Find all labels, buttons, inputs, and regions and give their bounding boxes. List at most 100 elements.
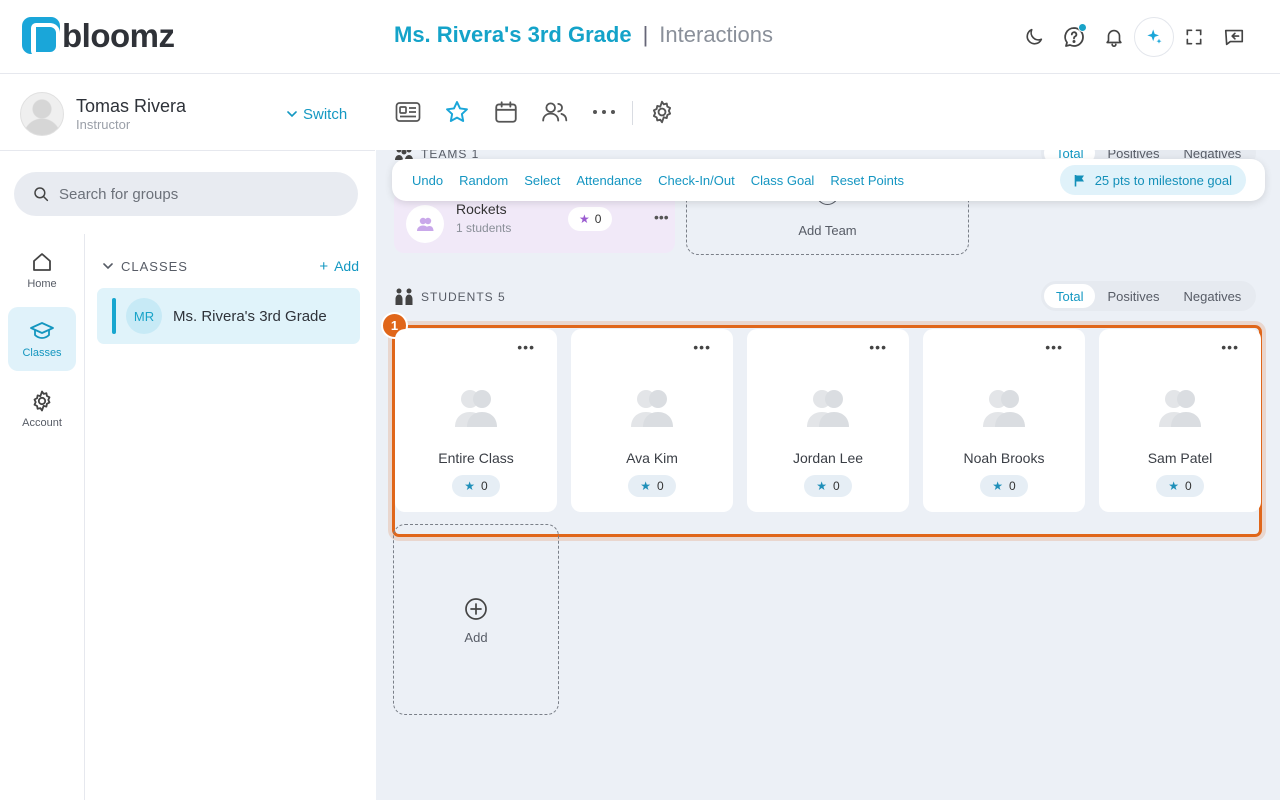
team-name: Rockets [456, 201, 507, 217]
add-student-button[interactable]: Add [393, 524, 559, 715]
nav-classes[interactable]: Classes [8, 307, 76, 371]
star-icon: ★ [1168, 479, 1180, 493]
add-team-button[interactable]: Add Team [686, 192, 969, 255]
ai-assistant-button[interactable] [1134, 17, 1174, 57]
class-list-item[interactable]: MR Ms. Rivera's 3rd Grade [97, 288, 360, 344]
students-filter-negatives[interactable]: Negatives [1172, 284, 1254, 308]
switch-button[interactable]: Switch [287, 106, 347, 123]
student-points: ★ 0 [1156, 475, 1204, 497]
switch-label: Switch [303, 106, 348, 123]
nav-account-label: Account [22, 417, 62, 429]
profile-role: Instructor [76, 117, 131, 132]
sparkle-icon [1147, 29, 1162, 44]
students-filter-total[interactable]: Total [1044, 284, 1096, 308]
home-icon [33, 253, 51, 271]
help-button[interactable] [1054, 18, 1094, 56]
student-avatar-icon [983, 390, 1025, 427]
student-more-button[interactable]: ••• [693, 339, 711, 355]
calendar-view-button[interactable] [492, 98, 520, 126]
dark-mode-button[interactable] [1014, 18, 1054, 56]
action-bar: Undo Random Select Attendance Check-In/O… [392, 159, 1265, 201]
toolbar-divider [632, 101, 633, 125]
search-icon [34, 187, 49, 202]
add-student-label: Add [464, 630, 488, 645]
calendar-icon [495, 101, 517, 123]
student-more-button[interactable]: ••• [517, 339, 535, 355]
attendance-button[interactable]: Attendance [576, 173, 642, 188]
avatar[interactable] [20, 92, 64, 136]
student-points-value: 0 [1009, 479, 1016, 493]
student-points-value: 0 [1185, 479, 1192, 493]
students-icon [395, 288, 413, 305]
student-card[interactable]: ••• Entire Class ★ 0 [395, 329, 557, 512]
roster-view-button[interactable] [394, 98, 422, 126]
add-class-button[interactable]: + Add [319, 258, 359, 275]
student-avatar-icon [1159, 390, 1201, 427]
milestone-goal-badge[interactable]: 25 pts to milestone goal [1059, 165, 1246, 195]
nav-home[interactable]: Home [8, 238, 76, 302]
student-name: Noah Brooks [963, 450, 1045, 466]
notifications-button[interactable] [1094, 18, 1134, 56]
bloomz-logo[interactable]: bloomz [22, 17, 175, 56]
students-label-text: STUDENTS 5 [421, 290, 506, 304]
members-view-button[interactable] [541, 98, 569, 126]
logo-mark-icon [22, 17, 60, 56]
breadcrumb: Ms. Rivera's 3rd Grade | Interactions [394, 22, 773, 48]
check-in-out-button[interactable]: Check-In/Out [658, 173, 735, 188]
fullscreen-button[interactable] [1174, 18, 1214, 56]
plus-icon: + [319, 258, 329, 275]
star-icon: ★ [640, 479, 652, 493]
classes-title: CLASSES [121, 259, 188, 274]
interactions-view-button[interactable] [443, 98, 471, 126]
more-horizontal-icon [593, 110, 615, 114]
students-filter: Total Positives Negatives [1041, 281, 1257, 311]
undo-button[interactable]: Undo [412, 173, 443, 188]
student-card[interactable]: ••• Noah Brooks ★ 0 [923, 329, 1085, 512]
breadcrumb-page: Interactions [659, 22, 774, 47]
breadcrumb-separator: | [642, 22, 649, 47]
student-more-button[interactable]: ••• [1045, 339, 1063, 355]
collapse-panel-button[interactable] [1214, 18, 1254, 56]
student-name: Sam Patel [1147, 450, 1213, 466]
bell-icon [1106, 29, 1122, 47]
students-filter-positives[interactable]: Positives [1095, 284, 1171, 308]
add-class-label: Add [334, 258, 359, 274]
chevron-down-icon[interactable] [103, 263, 113, 270]
search-input[interactable]: Search for groups [14, 172, 358, 216]
more-views-button[interactable] [590, 98, 618, 126]
class-goal-button[interactable]: Class Goal [751, 173, 815, 188]
flag-icon [1074, 174, 1084, 186]
student-more-button[interactable]: ••• [869, 339, 887, 355]
student-card[interactable]: ••• Sam Patel ★ 0 [1099, 329, 1261, 512]
logo-text: bloomz [62, 17, 175, 54]
add-circle-icon [465, 598, 487, 620]
reset-points-button[interactable]: Reset Points [830, 173, 904, 188]
top-bar: bloomz Ms. Rivera's 3rd Grade | Interact… [0, 0, 1280, 74]
nav-account[interactable]: Account [8, 377, 76, 441]
class-settings-button[interactable] [648, 98, 676, 126]
student-points-value: 0 [833, 479, 840, 493]
student-avatar-icon [631, 390, 673, 427]
team-points: ★ 0 [568, 207, 613, 231]
star-icon: ★ [992, 479, 1004, 493]
select-button[interactable]: Select [524, 173, 560, 188]
help-notification-dot [1078, 23, 1087, 32]
student-name: Jordan Lee [792, 450, 864, 466]
classes-panel: CLASSES + Add MR Ms. Rivera's 3rd Grade [85, 234, 375, 800]
student-more-button[interactable]: ••• [1221, 339, 1239, 355]
team-more-button[interactable]: ••• [654, 209, 669, 225]
search-placeholder: Search for groups [59, 185, 179, 203]
graduation-cap-icon [30, 322, 54, 339]
student-points-value: 0 [657, 479, 664, 493]
student-card[interactable]: ••• Jordan Lee ★ 0 [747, 329, 909, 512]
active-indicator [112, 298, 116, 334]
random-button[interactable]: Random [459, 173, 508, 188]
classes-header: CLASSES + Add [103, 258, 359, 275]
student-points: ★ 0 [452, 475, 500, 497]
add-team-label: Add Team [798, 223, 857, 238]
gear-icon [33, 390, 51, 412]
breadcrumb-class[interactable]: Ms. Rivera's 3rd Grade [394, 22, 632, 48]
student-card[interactable]: ••• Ava Kim ★ 0 [571, 329, 733, 512]
student-points: ★ 0 [628, 475, 676, 497]
milestone-text: 25 pts to milestone goal [1094, 172, 1232, 188]
